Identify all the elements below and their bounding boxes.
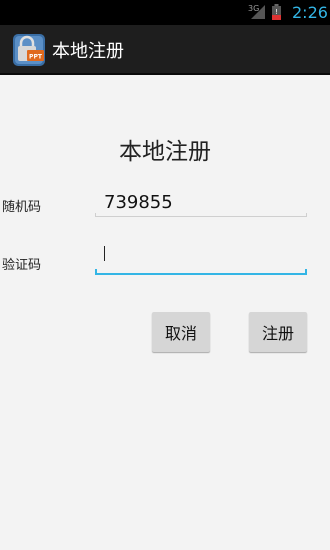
verify-code-underline (95, 269, 307, 275)
battery-icon: ! (272, 4, 281, 20)
cancel-button[interactable]: 取消 (152, 312, 210, 352)
clock: 2:26 (292, 3, 328, 22)
random-code-label: 随机码 (2, 200, 42, 215)
verify-code-input[interactable] (95, 240, 307, 274)
random-code-value: 739855 (104, 192, 173, 213)
page-title-text: 本地注册 (119, 139, 211, 165)
page-title: 本地注册 (0, 132, 330, 166)
status-bar: 3G ! 2:26 (0, 0, 330, 25)
text-cursor (104, 246, 105, 261)
verify-code-label: 验证码 (2, 258, 42, 273)
signal-icon (251, 5, 265, 19)
svg-text:!: ! (275, 8, 278, 16)
svg-text:PPT: PPT (29, 54, 43, 61)
action-bar: PPT 本地注册 (0, 25, 330, 75)
register-button[interactable]: 注册 (249, 312, 307, 352)
random-code-underline (95, 213, 307, 217)
app-title: 本地注册 (52, 41, 124, 62)
app-icon[interactable]: PPT (12, 33, 46, 67)
